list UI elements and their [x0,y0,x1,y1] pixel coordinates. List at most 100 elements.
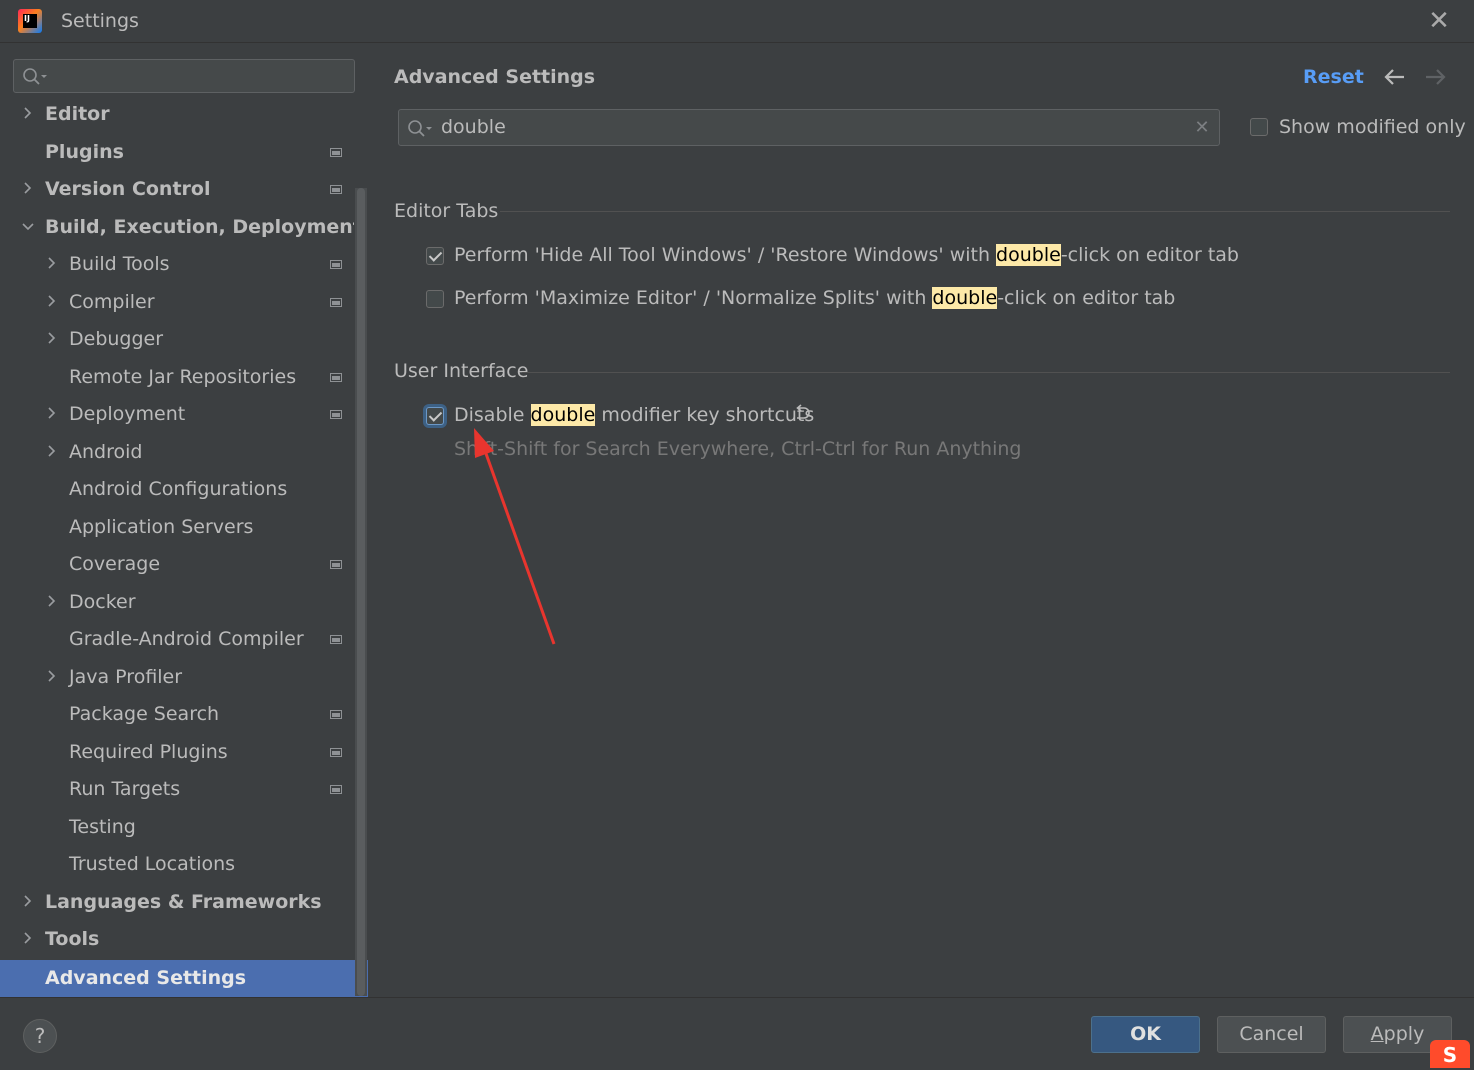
project-level-icon [330,372,342,382]
cancel-button[interactable]: Cancel [1217,1016,1326,1053]
main-panel: Advanced Settings Reset ✕ Show modified … [368,43,1474,997]
sidebar-scrollbar[interactable] [355,188,367,996]
apply-label: pply [1383,1023,1425,1045]
project-level-icon [330,147,342,157]
arrow-right-icon[interactable] [1422,63,1448,91]
reset-link[interactable]: Reset [1303,66,1364,88]
sidebar-item-docker[interactable]: Docker [0,584,354,620]
sidebar-item-label: Testing [69,815,136,838]
hide-all-tool-windows-checkbox[interactable] [426,247,444,265]
section-title-editor-tabs: Editor Tabs [394,200,499,222]
scrollbar-thumb[interactable] [357,188,365,996]
project-level-icon [330,710,342,719]
sidebar-item-android[interactable]: Android [0,434,354,470]
project-level-icon [330,297,342,307]
sidebar-item-label: Remote Jar Repositories [69,365,297,388]
sidebar-item-plugins[interactable]: Plugins [0,134,354,170]
sidebar-item-required-plugins[interactable]: Required Plugins [0,734,354,770]
sidebar-item-editor[interactable]: Editor [0,96,354,132]
sidebar-item-label: Run Targets [69,778,181,800]
chevron-right-icon[interactable] [45,321,59,357]
sidebar-item-label: Docker [69,590,136,613]
sidebar-item-label: Deployment [69,403,186,425]
settings-tree: Editor Plugins Version Control Build, Execu… [0,96,354,997]
dialog-button-bar: ? OK Cancel Apply [0,997,1474,1069]
sidebar-item-build-tools[interactable]: Build Tools [0,246,354,282]
chevron-right-icon[interactable] [45,396,59,432]
settings-sidebar: Editor Plugins Version Control Build, Execu… [0,43,368,997]
option-label[interactable]: Perform 'Maximize Editor' / 'Normalize S… [454,287,1175,309]
ime-logo: S [1430,1040,1470,1068]
sidebar-item-languages-frameworks[interactable]: Languages & Frameworks [0,884,354,920]
chevron-right-icon[interactable] [45,434,59,470]
sidebar-item-label: Compiler [69,290,155,313]
logo-text: IJ [23,14,37,28]
chevron-right-icon[interactable] [21,921,35,957]
sidebar-item-advanced-settings[interactable]: Advanced Settings [0,960,368,997]
chevron-right-icon[interactable] [45,659,59,695]
maximize-editor-checkbox[interactable] [426,290,444,308]
close-icon[interactable]: ✕ [1424,4,1454,38]
help-button[interactable]: ? [23,1019,57,1053]
section-divider [500,211,1450,212]
sidebar-item-label: Application Servers [69,515,254,538]
sidebar-item-application-servers[interactable]: Application Servers [0,509,354,545]
show-modified-checkbox[interactable] [1250,118,1268,136]
chevron-right-icon[interactable] [21,171,35,207]
sidebar-item-label: Trusted Locations [69,853,236,875]
chevron-right-icon[interactable] [45,584,59,620]
sidebar-item-label: Plugins [45,140,124,163]
search-input[interactable] [441,113,1181,141]
revert-icon[interactable] [792,403,812,423]
page-title: Advanced Settings [394,66,596,88]
apply-mnemonic: A [1370,1023,1384,1045]
settings-search-field: ✕ [398,109,1220,146]
section-title-user-interface: User Interface [394,360,529,382]
search-match-highlight: double [530,404,596,426]
sidebar-item-remote-jar-repositories[interactable]: Remote Jar Repositories [0,359,354,395]
sidebar-item-debugger[interactable]: Debugger [0,321,354,357]
project-level-icon [330,785,342,794]
sidebar-item-compiler[interactable]: Compiler [0,284,354,320]
sidebar-item-build-execution-deployment[interactable]: Build, Execution, Deployment [0,209,354,245]
sidebar-item-label: Advanced Settings [45,967,247,989]
sidebar-item-testing[interactable]: Testing [0,809,354,845]
window-title: Settings [61,10,139,32]
option-label[interactable]: Disable double modifier key shortcuts [454,404,814,426]
sidebar-item-package-search[interactable]: Package Search [0,696,354,732]
sidebar-item-label: Debugger [69,328,164,350]
chevron-right-icon[interactable] [21,96,35,132]
clear-icon[interactable]: ✕ [1192,114,1212,142]
arrow-left-icon[interactable] [1382,63,1408,91]
option-hint: Shift-Shift for Search Everywhere, Ctrl-… [454,438,1022,460]
sidebar-item-java-profiler[interactable]: Java Profiler [0,659,354,695]
sidebar-item-tools[interactable]: Tools [0,921,354,957]
sidebar-search-input[interactable] [13,59,355,93]
ok-button[interactable]: OK [1091,1016,1200,1053]
chevron-right-icon[interactable] [21,884,35,920]
sidebar-item-label: Package Search [69,703,220,725]
sidebar-item-version-control[interactable]: Version Control [0,171,354,207]
sidebar-item-android-configurations[interactable]: Android Configurations [0,471,354,507]
option-text: modifier key shortcuts [595,404,815,426]
chevron-right-icon[interactable] [45,284,59,320]
option-text: Disable [454,404,531,426]
show-modified-label[interactable]: Show modified only [1279,116,1466,138]
sidebar-item-label: Version Control [45,178,211,200]
sidebar-item-label: Editor [45,103,110,125]
option-text: Perform 'Maximize Editor' / 'Normalize S… [454,287,933,309]
sidebar-item-gradle-android-compiler[interactable]: Gradle-Android Compiler [0,621,354,657]
project-level-icon [330,260,342,269]
chevron-down-icon[interactable] [21,209,35,245]
sidebar-item-coverage[interactable]: Coverage [0,546,354,582]
section-divider [522,372,1450,373]
option-label[interactable]: Perform 'Hide All Tool Windows' / 'Resto… [454,244,1239,266]
sidebar-item-trusted-locations[interactable]: Trusted Locations [0,846,354,882]
sidebar-item-deployment[interactable]: Deployment [0,396,354,432]
disable-double-modifier-checkbox[interactable] [426,407,444,425]
option-text: -click on editor tab [997,287,1176,309]
sidebar-item-run-targets[interactable]: Run Targets [0,771,354,807]
option-text: -click on editor tab [1060,244,1239,266]
chevron-right-icon[interactable] [45,246,59,282]
search-match-highlight: double [996,244,1061,266]
